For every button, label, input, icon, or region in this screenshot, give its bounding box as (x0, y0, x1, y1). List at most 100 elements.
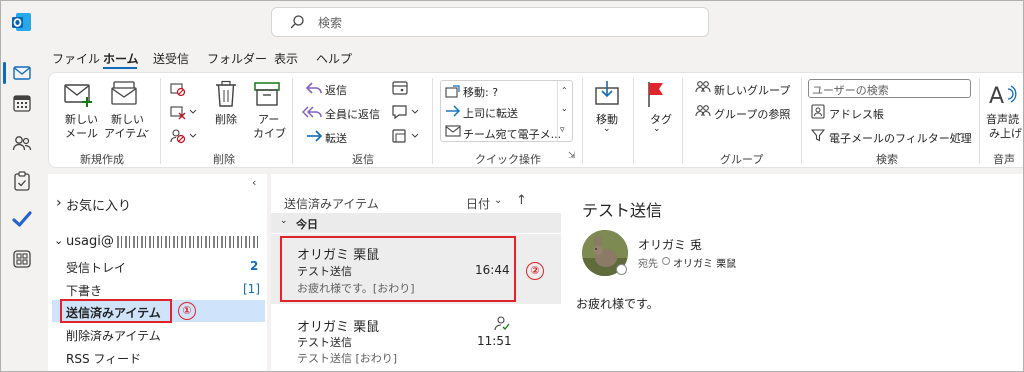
group-label-respond: 返信 (352, 153, 374, 166)
people-icon[interactable] (11, 132, 33, 154)
delete-button[interactable]: 削除 (215, 111, 237, 127)
app-rail (0, 46, 44, 372)
inbox-unread-count: 2 (250, 259, 259, 273)
quick-step-move[interactable]: 移動: ? (463, 84, 498, 100)
folder-drafts[interactable]: 下書き (66, 282, 102, 299)
tasks-clipboard-icon[interactable] (11, 170, 33, 192)
svg-text:A: A (989, 84, 1004, 108)
filter-email-button[interactable]: 電子メールのフィルター処理 (829, 130, 972, 146)
ignore-icon[interactable] (170, 81, 186, 97)
message-subject: テスト送信 (582, 201, 663, 220)
tab-file[interactable]: ファイル (52, 50, 100, 67)
group-label-delete: 削除 (213, 153, 235, 166)
archive-icon (253, 80, 281, 108)
team-email-icon (445, 124, 461, 138)
message-body: お疲れ様です。 (576, 297, 659, 311)
block-sender-icon[interactable] (170, 128, 198, 144)
new-group-icon (695, 80, 711, 94)
quick-step-team-email[interactable]: チーム宛て電子メ... (463, 126, 561, 142)
new-item-icon (110, 80, 140, 108)
mail-app-button[interactable] (0, 58, 44, 88)
sender-name[interactable]: オリガミ 兎 (638, 236, 702, 253)
new-item-chevron-icon[interactable]: ⌄ (143, 125, 151, 135)
annotation-box-1 (60, 299, 172, 323)
today-chevron-icon[interactable]: ⌄ (280, 216, 288, 226)
tab-folder[interactable]: フォルダー (207, 50, 267, 67)
sort-by-date[interactable]: 日付 (466, 195, 490, 212)
outlook-logo-icon (11, 11, 33, 33)
list-item-subject: テスト送信 (297, 336, 352, 349)
reply-all-icon (302, 105, 324, 119)
group-today-label: 今日 (296, 218, 318, 231)
move-to-icon (445, 84, 461, 98)
group-label-find: 検索 (876, 153, 898, 166)
account-chevron-icon[interactable]: ⌄ (54, 234, 63, 247)
archive-label-2[interactable]: カイブ (253, 125, 286, 141)
reply-icon (305, 81, 323, 95)
sort-direction-icon[interactable]: ↑ (516, 193, 527, 208)
reply-button[interactable]: 返信 (325, 82, 347, 98)
im-reply-icon[interactable] (391, 104, 421, 120)
tab-home-underline (103, 67, 137, 69)
address-book-button[interactable]: アドレス帳 (829, 106, 884, 122)
gallery-up-icon[interactable]: ⌃ (561, 86, 568, 95)
filter-icon (811, 128, 825, 142)
group-label-speech: 音声 (993, 153, 1015, 166)
group-label-groups: グループ (720, 153, 764, 166)
new-mail-label-2[interactable]: メール (65, 125, 98, 141)
list-item-time: 11:51 (477, 334, 512, 348)
group-label-quick-steps: クイック操作 (475, 153, 541, 166)
browse-groups-button[interactable]: グループの参照 (714, 106, 790, 122)
delete-trash-icon (214, 80, 238, 108)
filter-chevron-icon[interactable]: ⌄ (956, 128, 964, 138)
presence-status-icon (616, 264, 627, 275)
read-aloud-label-2[interactable]: み上げ (989, 125, 1022, 141)
folder-deleted[interactable]: 削除済みアイテム (66, 327, 161, 344)
todo-check-icon[interactable] (11, 208, 33, 230)
tab-send-receive[interactable]: 送受信 (153, 50, 189, 67)
meeting-person-icon (494, 315, 510, 331)
recipient-presence-icon (662, 257, 670, 265)
recipient-name[interactable]: オリガミ 栗鼠 (673, 255, 736, 270)
new-item-label-2[interactable]: アイテム (104, 125, 147, 141)
meeting-icon[interactable] (391, 80, 409, 96)
forward-button[interactable]: 転送 (325, 130, 347, 146)
annotation-box-2 (280, 236, 516, 302)
gallery-more-icon[interactable]: ▿ (560, 125, 565, 135)
calendar-icon[interactable] (11, 92, 33, 114)
cleanup-icon[interactable] (170, 104, 198, 120)
new-group-button[interactable]: 新しいグループ (714, 82, 790, 98)
search-icon (289, 14, 305, 30)
folder-favorites[interactable]: お気に入り (66, 195, 131, 214)
account-domain-redacted (117, 236, 259, 248)
folder-rss[interactable]: RSS フィード (66, 350, 141, 367)
tab-help[interactable]: ヘルプ (316, 50, 352, 67)
quick-step-to-manager[interactable]: 上司に転送 (463, 105, 518, 121)
drafts-count: [1] (243, 282, 260, 296)
reply-all-button[interactable]: 全員に返信 (325, 106, 380, 122)
account-name[interactable]: usagi@ (66, 234, 114, 249)
gallery-down-icon[interactable]: ⌄ (561, 104, 568, 113)
address-book-icon (811, 104, 825, 119)
browse-groups-icon (695, 104, 711, 118)
move-chevron-icon[interactable]: ⌄ (603, 124, 611, 134)
sort-chevron-icon[interactable]: ⌄ (494, 195, 502, 206)
tab-home[interactable]: ホーム (103, 50, 139, 67)
annotation-circle-1: ① (178, 302, 196, 320)
tab-view[interactable]: 表示 (274, 50, 298, 67)
list-item-preview: テスト送信 [おわり] (297, 352, 398, 365)
folder-inbox[interactable]: 受信トレイ (66, 259, 126, 276)
group-label-new: 新規作成 (80, 153, 124, 166)
tags-chevron-icon[interactable]: ⌄ (653, 124, 661, 134)
apps-grid-icon[interactable] (11, 248, 33, 270)
search-people-placeholder: ユーザーの検索 (812, 84, 889, 97)
search-input[interactable]: 検索 (318, 14, 342, 31)
more-respond-icon[interactable] (391, 128, 421, 144)
collapse-pane-icon[interactable]: ‹ (252, 176, 256, 189)
read-aloud-icon: A (988, 80, 1018, 108)
dialog-launcher-icon[interactable]: ⇲ (568, 151, 576, 161)
to-manager-icon (445, 104, 461, 118)
annotation-circle-2: ② (526, 262, 544, 280)
list-item-sender: オリガミ 栗鼠 (297, 320, 380, 335)
favorites-chevron-icon[interactable]: › (56, 195, 62, 211)
